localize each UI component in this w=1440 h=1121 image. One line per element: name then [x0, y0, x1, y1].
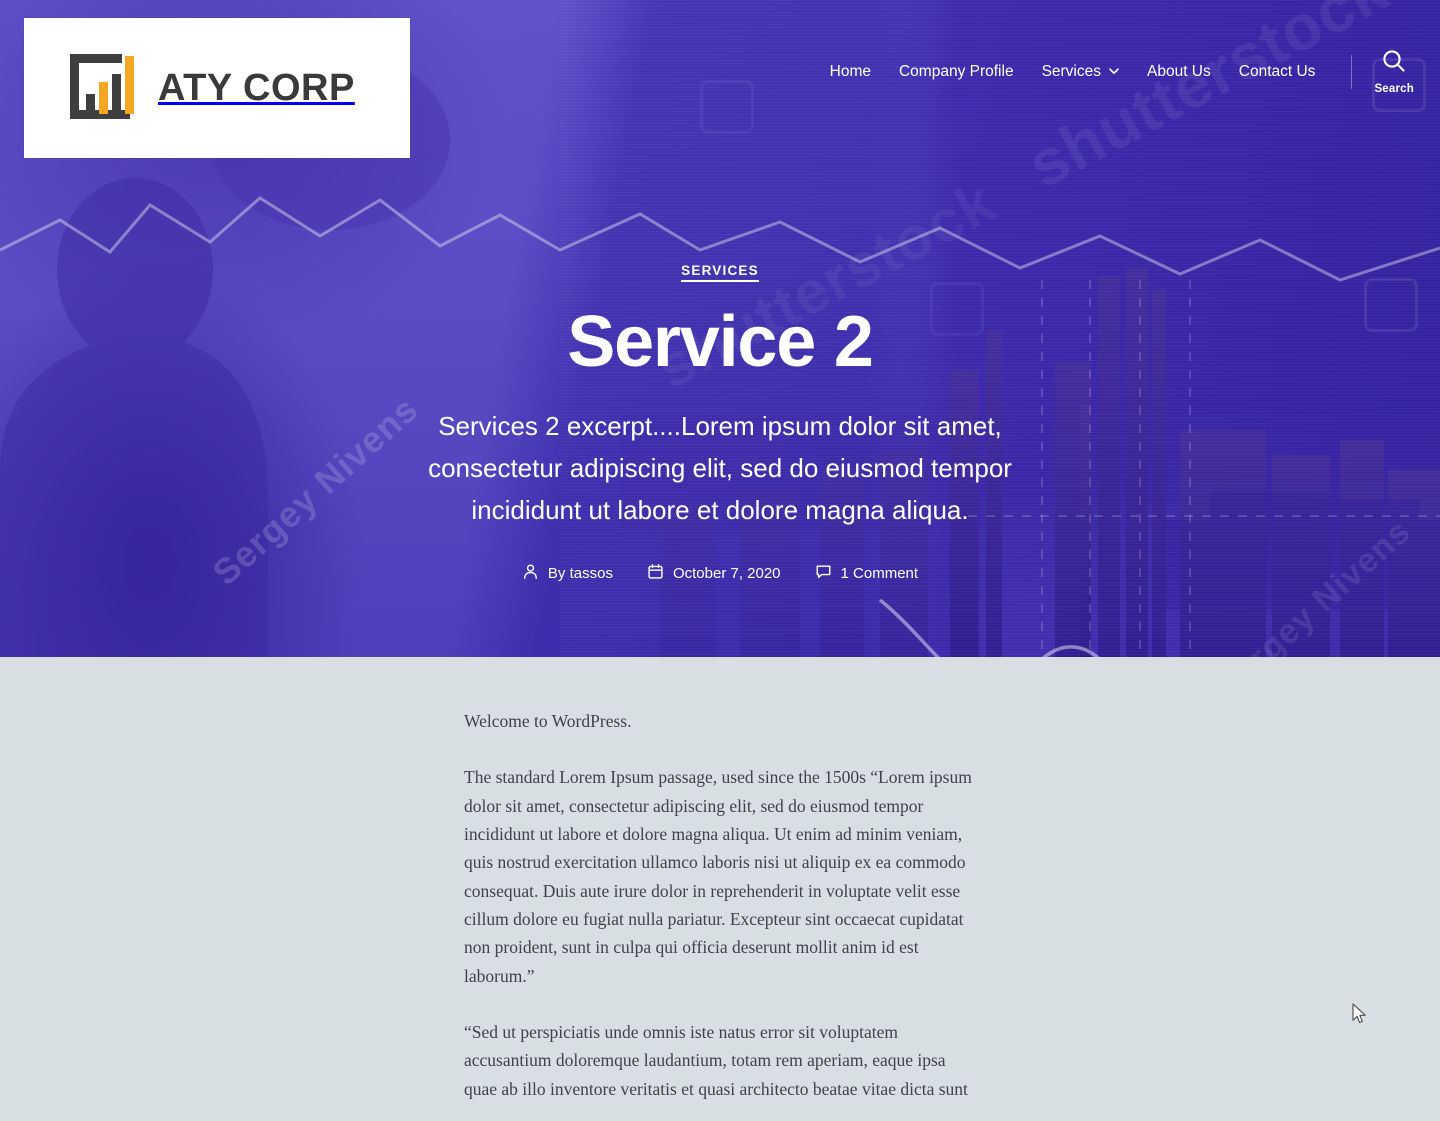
- nav-item-services[interactable]: Services: [1028, 64, 1133, 80]
- nav-item-about-us-label: About Us: [1147, 62, 1211, 80]
- post-date-label[interactable]: October 7, 2020: [673, 565, 781, 582]
- page-excerpt: Services 2 excerpt....Lorem ipsum dolor …: [428, 411, 1012, 525]
- nav-item-company-profile-label: Company Profile: [898, 62, 1014, 80]
- person-icon: [522, 563, 539, 584]
- site-logo[interactable]: ATY CORP: [24, 18, 410, 158]
- chevron-down-icon[interactable]: [1108, 65, 1119, 76]
- search-icon: [1381, 48, 1407, 79]
- primary-navigation: Home Company Profile Services About Us C…: [816, 48, 1418, 95]
- bar-chart-logo-icon: [64, 52, 142, 124]
- calendar-icon: [647, 563, 664, 584]
- nav-item-contact-us-label: Contact Us: [1238, 62, 1316, 80]
- post-paragraph: The standard Lorem Ipsum passage, used s…: [464, 767, 972, 986]
- nav-item-about-us[interactable]: About Us: [1133, 64, 1225, 80]
- nav-item-services-label: Services: [1041, 62, 1101, 80]
- post-meta: By tassos October 7, 2020 1 Comment: [0, 563, 1440, 584]
- post-author-label[interactable]: By tassos: [548, 565, 613, 582]
- nav-item-home[interactable]: Home: [816, 64, 885, 80]
- site-logo-text: ATY CORP: [158, 66, 355, 109]
- nav-item-contact-us[interactable]: Contact Us: [1225, 64, 1330, 80]
- mouse-arrow-cursor: [1352, 1003, 1366, 1024]
- search-label: Search: [1374, 83, 1414, 95]
- nav-item-home-label: Home: [829, 62, 871, 80]
- page-content: Welcome to WordPress. The standard Lorem…: [0, 657, 1440, 1121]
- post-paragraph: “Sed ut perspiciatis unde omnis iste nat…: [464, 1022, 968, 1099]
- post-body: Welcome to WordPress. The standard Lorem…: [464, 707, 980, 1103]
- comment-bubble-icon: [815, 563, 832, 584]
- nav-item-company-profile[interactable]: Company Profile: [885, 64, 1028, 80]
- post-date: October 7, 2020: [647, 563, 781, 584]
- post-comments: 1 Comment: [815, 563, 919, 584]
- site-header: ATY CORP Home Company Profile Services A…: [0, 0, 1440, 160]
- nav-divider: [1351, 54, 1353, 89]
- post-author: By tassos: [522, 563, 613, 584]
- search-toggle-button[interactable]: Search: [1370, 48, 1418, 95]
- post-comments-label[interactable]: 1 Comment: [841, 565, 919, 582]
- post-paragraph: Welcome to WordPress.: [464, 711, 632, 731]
- hero-banner: shutterstock shutterstock Sergey Nivens …: [0, 0, 1440, 657]
- page-title: Service 2: [567, 302, 874, 382]
- category-link-services[interactable]: SERVICES: [681, 263, 759, 282]
